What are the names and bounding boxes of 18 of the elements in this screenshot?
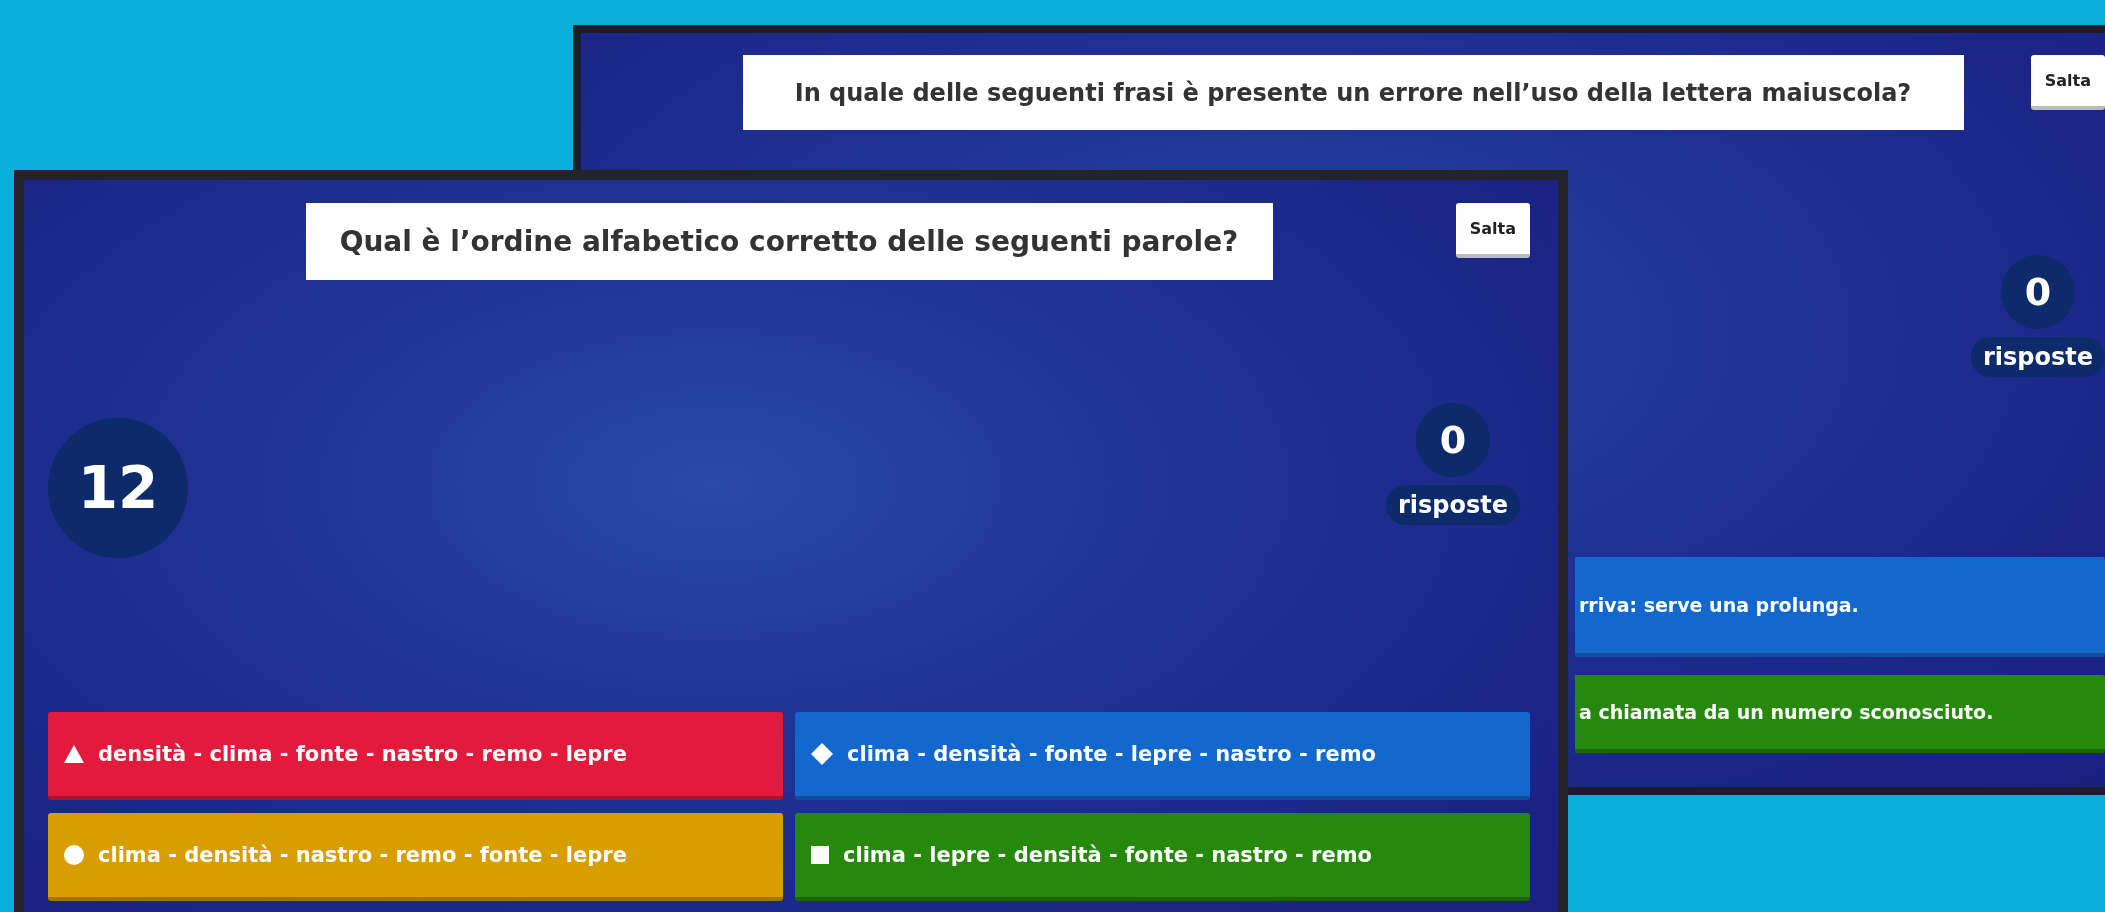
answer-option[interactable]: clima - densità - fonte - lepre - nastro - remo	[795, 712, 1530, 800]
answer-count-label: risposte	[1385, 485, 1520, 525]
answer-option[interactable]: densità - clima - fonte - nastro - remo - lepre	[48, 712, 783, 800]
diamond-icon	[811, 743, 833, 765]
answer-count-label: risposte	[1970, 337, 2105, 377]
answer-count: 0	[2000, 255, 2075, 329]
skip-button[interactable]: Salta	[2030, 55, 2105, 110]
skip-button[interactable]: Salta	[1455, 203, 1530, 258]
square-icon	[811, 846, 829, 864]
question-text: Qual è l’ordine alfabetico corretto delle seguenti parole?	[305, 203, 1273, 280]
answer-option[interactable]: clima - lepre - densità - fonte - nastro - remo	[795, 813, 1530, 901]
answer-count: 0	[1415, 403, 1490, 477]
answer-option[interactable]: a chiamata da un numero sconosciuto.	[1575, 675, 2105, 753]
question-text: In quale delle seguenti frasi è presente un errore nell’uso della lettera maiuscola?	[742, 55, 1964, 130]
circle-icon	[64, 845, 84, 865]
answer-option[interactable]: rriva: serve una prolunga.	[1575, 557, 2105, 657]
triangle-icon	[64, 745, 84, 763]
timer-counter: 12	[48, 418, 188, 558]
